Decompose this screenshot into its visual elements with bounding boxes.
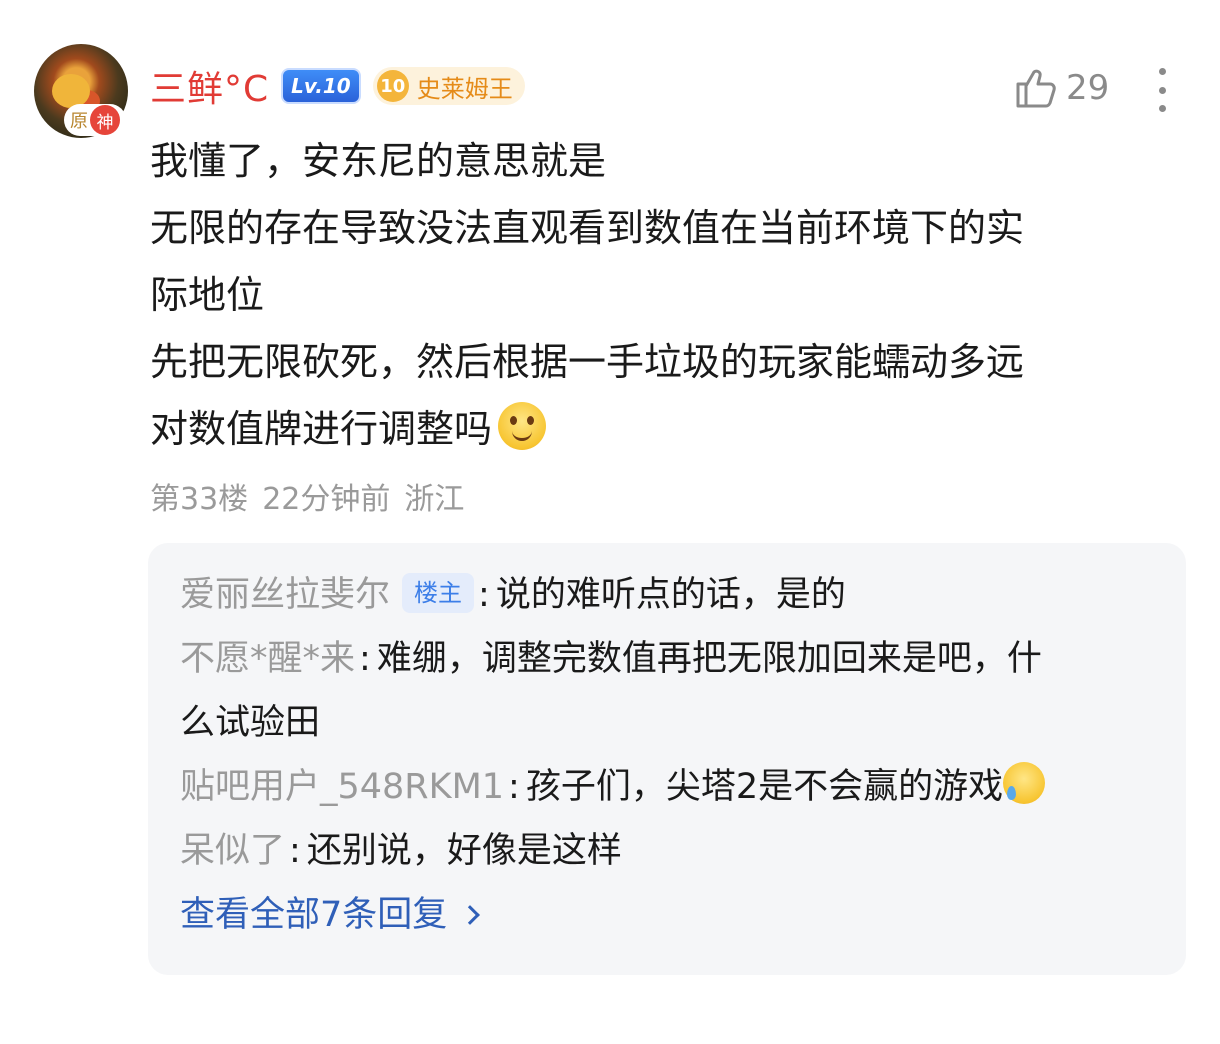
reply-text-continued: 么试验田	[180, 703, 321, 743]
reply-item[interactable]: 贴吧用户_548RKM1: 孩子们，尖塔2是不会赢的游戏	[180, 755, 1154, 819]
title-badge[interactable]: 10 史莱姆王	[372, 67, 525, 105]
like-button[interactable]: 29	[1014, 64, 1109, 112]
location: 浙江	[404, 482, 465, 517]
sweat-smile-emoji-icon	[1003, 762, 1046, 804]
floor-number: 第33楼	[150, 482, 249, 517]
avatar-tag-left: 原	[70, 111, 88, 132]
owner-tag: 楼主	[402, 573, 475, 613]
comment-line: 无限的存在导致没法直观看到数值在当前环境下的实	[150, 206, 1025, 250]
comment-card: 原 神 三鲜°C Lv.10 10 史莱姆王 29 我懂了，安东尼的意思就是 无…	[0, 0, 1220, 1044]
view-all-label: 查看全部7条回复	[180, 895, 448, 935]
comment-meta: 第33楼 22分钟前 浙江	[150, 474, 464, 518]
post-time: 22分钟前	[262, 482, 391, 517]
avatar-image	[52, 74, 90, 108]
title-level: 10	[376, 70, 409, 102]
reply-item[interactable]: 呆似了: 还别说，好像是这样	[180, 819, 1154, 883]
chevron-right-icon	[460, 905, 481, 925]
like-count: 29	[1066, 68, 1110, 108]
avatar-tag-right: 神	[90, 105, 120, 135]
replies-box: 爱丽丝拉斐尔 楼主: 说的难听点的话，是的 不愿*醒*来: 难绷，调整完数值再把无限加…	[148, 543, 1186, 975]
reply-text: 还别说，好像是这样	[306, 831, 622, 871]
comment-line: 我懂了，安东尼的意思就是	[150, 139, 607, 183]
title-name: 史莱姆王	[416, 74, 513, 103]
avatar-forum-tag: 原 神	[64, 104, 126, 136]
reply-text: 孩子们，尖塔2是不会赢的游戏	[525, 767, 1004, 807]
smile-emoji-icon	[498, 402, 547, 450]
reply-author[interactable]: 不愿*醒*来	[180, 639, 355, 679]
reply-item[interactable]: 不愿*醒*来: 难绷，调整完数值再把无限加回来是吧，什 么试验田	[180, 627, 1154, 755]
view-all-replies-link[interactable]: 查看全部7条回复	[180, 883, 1154, 947]
comment-line-last: 对数值牌进行调整吗	[150, 396, 1180, 463]
more-vertical-icon[interactable]	[1148, 68, 1176, 112]
comment-header: 三鲜°C Lv.10 10 史莱姆王	[150, 62, 525, 110]
username[interactable]: 三鲜°C	[150, 60, 269, 112]
comment-body[interactable]: 我懂了，安东尼的意思就是 无限的存在导致没法直观看到数值在当前环境下的实 际地位…	[150, 128, 1180, 463]
reply-item[interactable]: 爱丽丝拉斐尔 楼主: 说的难听点的话，是的	[180, 563, 1154, 627]
thumbs-up-icon	[1016, 69, 1056, 108]
reply-author[interactable]: 爱丽丝拉斐尔	[180, 575, 390, 615]
reply-author[interactable]: 贴吧用户_548RKM1	[180, 767, 504, 807]
reply-text: 说的难听点的话，是的	[495, 575, 846, 615]
level-badge[interactable]: Lv.10	[281, 68, 361, 104]
comment-line: 际地位	[150, 273, 265, 317]
reply-author[interactable]: 呆似了	[180, 831, 285, 871]
comment-line-text: 对数值牌进行调整吗	[150, 407, 493, 451]
comment-line: 先把无限砍死，然后根据一手垃圾的玩家能蠕动多远	[150, 340, 1025, 384]
reply-text: 难绷，调整完数值再把无限加回来是吧，什	[376, 639, 1042, 679]
